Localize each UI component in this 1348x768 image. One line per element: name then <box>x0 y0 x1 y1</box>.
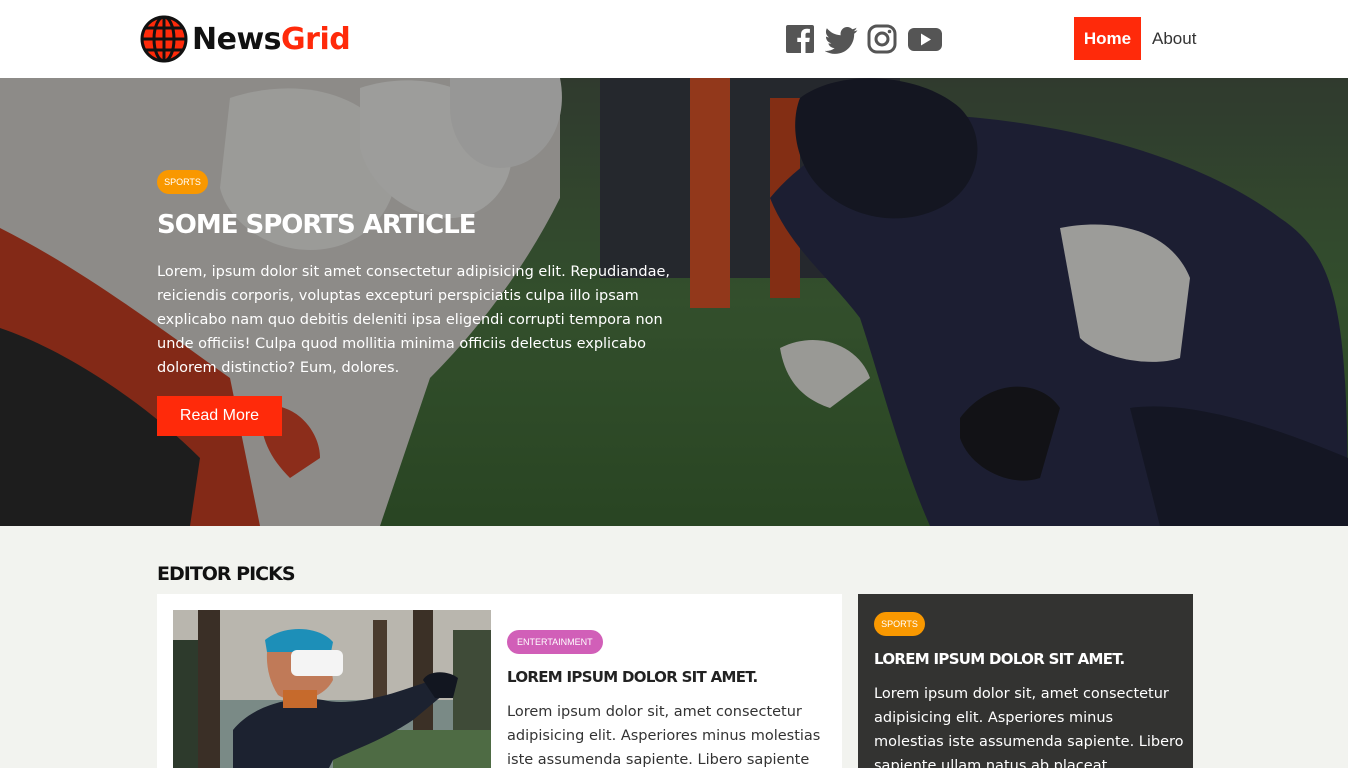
hero-excerpt: Lorem, ipsum dolor sit amet consectetur … <box>157 264 670 376</box>
read-more-button[interactable]: Read More <box>157 396 282 436</box>
facebook-icon[interactable] <box>785 22 815 56</box>
logo-text-news: News <box>192 21 282 57</box>
card-category-tag[interactable]: Sports <box>874 612 925 636</box>
nav-about-link[interactable]: About <box>1152 17 1196 60</box>
card-excerpt: Lorem ipsum dolor sit, amet consectetur … <box>507 704 821 768</box>
editor-pick-card-featured[interactable]: Entertainment Lorem ipsum dolor sit amet… <box>157 594 842 768</box>
card-excerpt: Lorem ipsum dolor sit, amet consectetur … <box>874 686 1184 768</box>
card-category-tag[interactable]: Entertainment <box>507 630 603 654</box>
twitter-icon[interactable] <box>825 22 858 56</box>
card-title[interactable]: Lorem ipsum dolor sit amet. <box>874 650 1125 668</box>
youtube-icon[interactable] <box>907 22 943 56</box>
instagram-icon[interactable] <box>866 22 898 56</box>
hero-category-tag[interactable]: Sports <box>157 170 208 194</box>
hero-banner: Sports Some Sports Article Lorem, ipsum … <box>0 78 1348 526</box>
card-image[interactable] <box>173 610 491 768</box>
logo-text: NewsGrid <box>192 21 351 57</box>
site-header: NewsGrid Home About <box>0 0 1348 78</box>
logo-text-grid: Grid <box>281 21 351 57</box>
nav-home-link[interactable]: Home <box>1074 17 1141 60</box>
globe-icon <box>140 15 188 63</box>
card-title[interactable]: Lorem ipsum dolor sit amet. <box>507 668 758 686</box>
logo[interactable]: NewsGrid <box>140 15 351 63</box>
editor-picks-heading: Editor Picks <box>157 563 296 585</box>
editor-pick-card-dark[interactable]: Sports Lorem ipsum dolor sit amet. Lorem… <box>858 594 1193 768</box>
hero-title: Some Sports Article <box>157 210 477 240</box>
